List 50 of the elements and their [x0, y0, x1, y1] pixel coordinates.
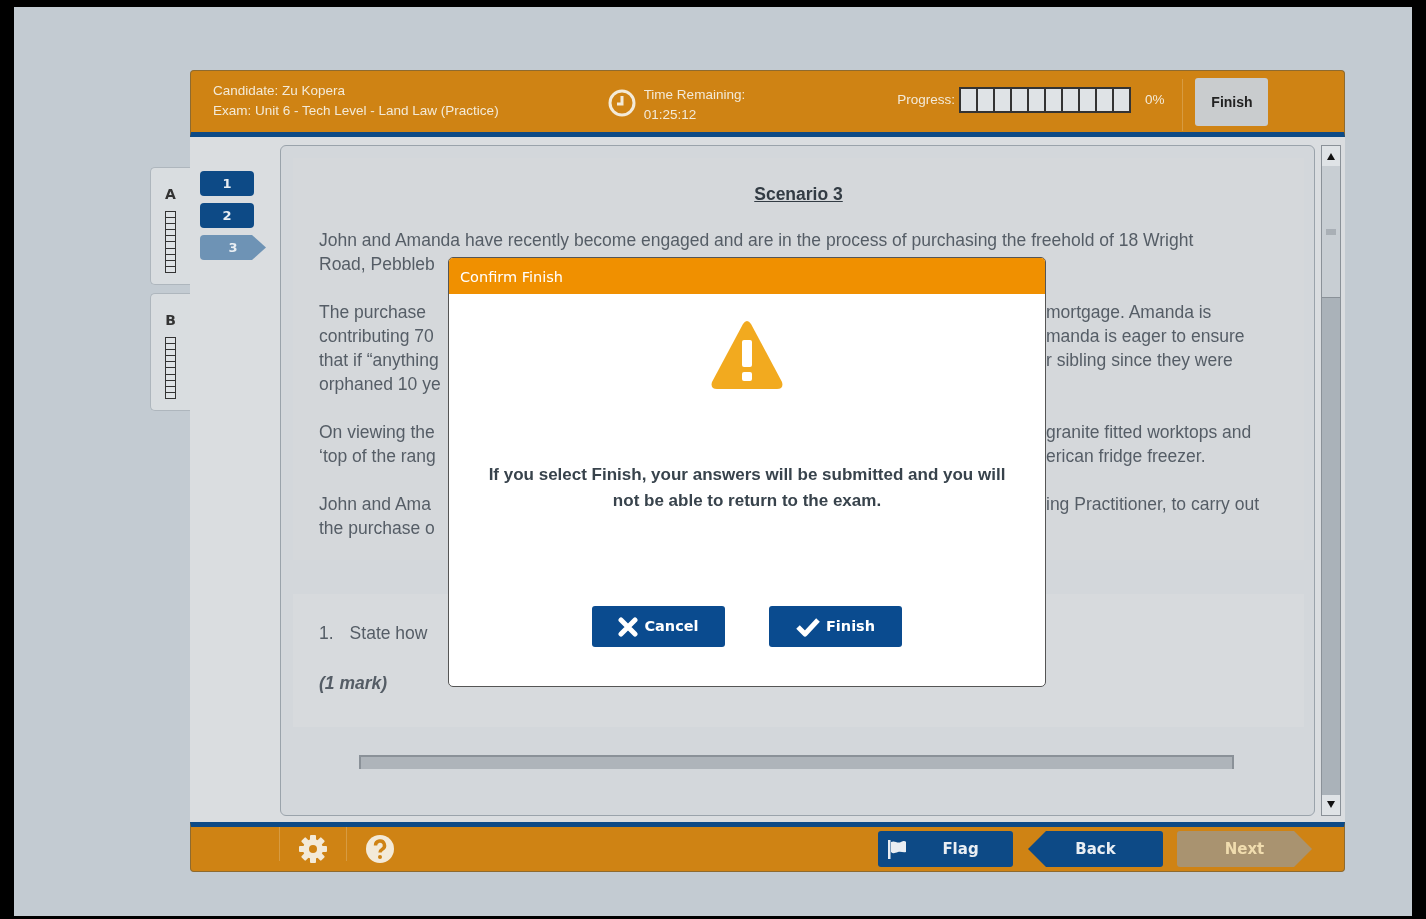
scenario-text: mortgage. Amanda is	[1046, 301, 1212, 324]
progress-percent: 0%	[1144, 90, 1165, 109]
clock-icon	[607, 89, 636, 117]
section-tab[interactable]: B	[150, 293, 190, 411]
finish-confirm-button[interactable]: Finish	[769, 606, 902, 647]
scenario-text: John and Ama	[319, 493, 431, 516]
section-tab[interactable]: A	[150, 167, 190, 285]
question-number-button[interactable]: 1	[200, 171, 254, 196]
finish-button[interactable]: Finish	[1195, 78, 1269, 126]
scenario-text: On viewing the	[319, 421, 435, 444]
exam-title: Exam: Unit 6 - Tech Level - Land Law (Practice)	[213, 102, 499, 120]
scenario-text: the purchase o	[319, 517, 435, 540]
scenario-text: John and Amanda have recently become engaged and are in the process of purchasing the freehold of 18 Wright	[319, 229, 1194, 252]
scroll-up-icon[interactable]	[1322, 146, 1340, 166]
scenario-text: contributing 70	[319, 325, 434, 348]
time-label: Time Remaining:	[643, 86, 746, 104]
scenario-text: The purchase	[319, 301, 426, 324]
flag-button[interactable]: Flag	[878, 831, 1013, 867]
scrollbar[interactable]	[1321, 145, 1341, 816]
section-label: A	[165, 185, 176, 204]
settings-icon[interactable]	[298, 834, 328, 864]
help-icon[interactable]	[365, 834, 395, 864]
scenario-title: Scenario 3	[753, 183, 844, 206]
dialog-title: Confirm Finish	[449, 258, 1045, 294]
back-button[interactable]: Back	[1028, 831, 1163, 867]
check-icon	[795, 616, 820, 637]
flag-icon	[886, 838, 908, 860]
candidate-name: Candidate: Zu Kopera	[213, 82, 347, 100]
question-number-button[interactable]: 2	[200, 203, 254, 228]
scenario-text: that if “anything	[319, 349, 439, 372]
scenario-text: granite fitted worktops and	[1046, 421, 1252, 444]
close-icon	[618, 616, 639, 637]
cancel-button[interactable]: Cancel	[592, 606, 725, 647]
progress-label: Progress:	[897, 90, 955, 109]
scenario-text: orphaned 10 ye	[319, 373, 441, 396]
grip-icon[interactable]	[1326, 228, 1336, 235]
scenario-text: erican fridge freezer.	[1046, 445, 1206, 468]
time-remaining: 01:25:12	[643, 106, 698, 124]
scroll-down-icon[interactable]	[1322, 795, 1340, 815]
scenario-text: r sibling since they were	[1046, 349, 1233, 372]
dialog-message: If you select Finish, your answers will be submitted and you will not be able to return to the exam.	[487, 464, 1007, 512]
scenario-text: Road, Pebbleb	[319, 253, 435, 276]
scenario-text: ing Practitioner, to carry out	[1046, 493, 1260, 516]
warning-icon	[710, 318, 784, 392]
question-marks: (1 mark)	[319, 672, 389, 696]
question-number: 1.	[319, 622, 334, 645]
scenario-text: manda is eager to ensure	[1046, 325, 1245, 348]
section-label: B	[165, 311, 176, 330]
question-text: State how	[349, 622, 428, 645]
scenario-text: ‘top of the rang	[319, 445, 436, 468]
